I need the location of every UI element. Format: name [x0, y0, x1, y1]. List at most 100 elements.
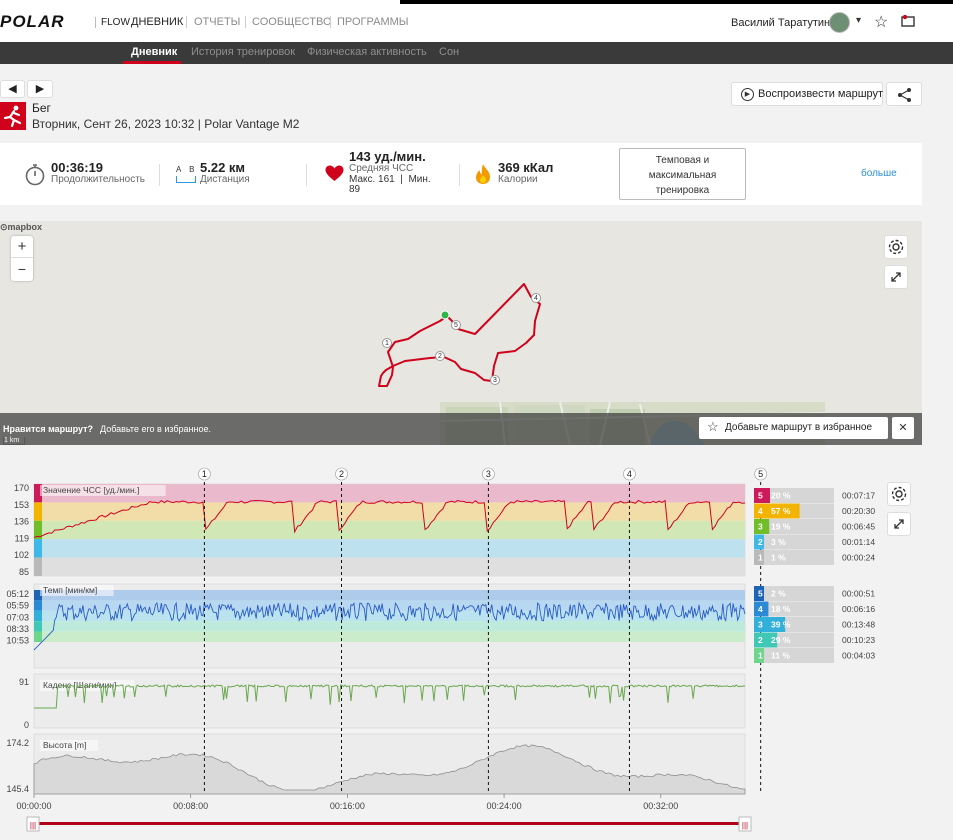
nav-programs[interactable]: ПРОГРАММЫ	[337, 16, 409, 28]
map-fullscreen-button[interactable]	[884, 265, 908, 289]
like-route-question: Нравится маршрут?	[3, 424, 94, 434]
user-name[interactable]: Василий Таратутин	[731, 17, 830, 29]
chart-svg[interactable]: 1701531361191028505:1205:5907:0308:3310:…	[0, 462, 953, 840]
pace-y-tick: 05:12	[6, 589, 29, 599]
pace-zone-percent: 11 %	[771, 651, 790, 661]
hr-max-min: Макс. 161 | Мин.	[349, 174, 431, 185]
range-slider-grip-icon: |||	[30, 821, 36, 830]
flow-link[interactable]: FLOW	[95, 17, 130, 28]
pace-zone-time: 00:10:23	[842, 635, 875, 645]
hr-zone-number: 3	[758, 522, 763, 532]
pace-zone-number: 2	[758, 635, 763, 645]
hr-zone-strip	[34, 557, 42, 576]
nav-diary[interactable]: ДНЕВНИК	[131, 16, 183, 28]
hr-zone-band	[34, 557, 745, 576]
pace-zone-number: 4	[758, 604, 763, 614]
add-to-favorites-button[interactable]: ☆ Добавьте маршрут в избранное	[699, 417, 888, 439]
route-map[interactable]: 1 2 3 4 5 ⊙mapbox + − Нравится маршрут? …	[0, 221, 922, 445]
pace-zone-number: 1	[758, 651, 763, 661]
training-benefit-button[interactable]: Темповая и максимальная тренировка	[619, 148, 746, 200]
distance-ab-label: A B	[176, 165, 198, 174]
x-tick-label: 00:24:00	[487, 801, 522, 811]
mapbox-attribution[interactable]: ⊙mapbox	[0, 222, 42, 233]
panel-title: Темп [мин/км]	[43, 585, 97, 595]
x-tick-label: 00:16:00	[330, 801, 365, 811]
chart-fullscreen-button[interactable]	[887, 512, 911, 536]
user-menu-caret[interactable]: ▾	[856, 15, 861, 26]
divider	[306, 164, 307, 186]
x-tick-label: 00:00:00	[16, 801, 51, 811]
summary-panel: 00:36:19 Продолжительность A B 5.22 км Д…	[0, 143, 922, 205]
map-marker-1[interactable]: 1	[382, 338, 392, 348]
pace-y-tick: 10:53	[6, 636, 29, 646]
top-rule	[400, 0, 953, 4]
map-marker-4[interactable]: 4	[531, 293, 541, 303]
share-button[interactable]	[886, 82, 922, 106]
prev-activity-button[interactable]: ◀	[0, 80, 25, 98]
pace-zone-percent: 18 %	[771, 604, 791, 614]
map-marker-3[interactable]: 3	[490, 375, 500, 385]
subnav-activity[interactable]: Физическая активность	[307, 46, 427, 58]
favorites-star-icon[interactable]: ☆	[874, 12, 888, 32]
close-favorite-bar-button[interactable]: ✕	[892, 417, 914, 439]
pace-zone-percent: 2 %	[771, 589, 786, 599]
hr-zone-strip	[34, 539, 42, 558]
hr-zone-band	[34, 520, 745, 540]
favorite-route-bar: Нравится маршрут? Добавьте его в избранн…	[0, 413, 922, 445]
lap-marker-label: 2	[339, 469, 344, 479]
pace-zone-strip	[34, 610, 42, 622]
sport-name: Бег	[32, 101, 51, 115]
subnav-history[interactable]: История тренировок	[191, 46, 295, 58]
gear-icon	[891, 486, 907, 502]
hr-y-tick: 170	[14, 483, 29, 493]
nav-separator	[186, 16, 187, 28]
flame-icon	[476, 164, 490, 184]
top-navigation: POLAR FLOW ДНЕВНИК ОТЧЕТЫ СООБЩЕСТВО ПРО…	[0, 0, 953, 42]
lap-marker-label: 3	[486, 469, 491, 479]
nav-reports[interactable]: ОТЧЕТЫ	[194, 16, 240, 28]
zoom-in-button[interactable]: +	[11, 236, 33, 258]
map-marker-2[interactable]: 2	[435, 351, 445, 361]
next-activity-button[interactable]: ▶	[27, 80, 53, 98]
subnav-diary[interactable]: Дневник	[131, 46, 177, 58]
avatar[interactable]	[829, 12, 850, 33]
subnav-sleep[interactable]: Сон	[439, 46, 459, 58]
hr-avg-label: Средняя ЧСС	[349, 163, 414, 174]
more-link[interactable]: больше	[861, 168, 897, 179]
pace-y-tick: 05:59	[6, 601, 29, 611]
hr-y-tick: 136	[14, 517, 29, 527]
hr-zone-track	[754, 550, 834, 565]
hr-zone-number: 2	[758, 537, 763, 547]
hr-zone-percent: 1 %	[771, 553, 786, 563]
stopwatch-icon	[25, 164, 45, 186]
star-icon: ☆	[707, 419, 719, 434]
sub-navigation: Дневник История тренировок Физическая ак…	[0, 42, 953, 64]
replay-route-button[interactable]: ▶ Воспроизвести маршрут	[731, 82, 883, 106]
chart-settings-button[interactable]	[887, 482, 911, 506]
hr-y-tick: 102	[14, 550, 29, 560]
lap-marker-label: 5	[758, 469, 763, 479]
sync-device-icon[interactable]	[901, 14, 915, 27]
pace-zone-strip	[34, 631, 42, 642]
map-settings-button[interactable]	[884, 235, 908, 259]
expand-icon	[894, 519, 904, 529]
hr-zone-percent: 19 %	[771, 522, 791, 532]
route-line	[378, 283, 541, 387]
hr-zone-strip	[34, 502, 42, 521]
calories-value: 369 кКал	[498, 160, 554, 175]
hr-zone-percent: 3 %	[771, 537, 786, 547]
distance-label: Дистанция	[200, 174, 250, 185]
polar-logo[interactable]: POLAR	[0, 12, 65, 32]
pace-zone-time: 00:00:51	[842, 589, 875, 599]
zoom-out-button[interactable]: −	[11, 258, 33, 280]
nav-community[interactable]: СООБЩЕСТВО	[252, 16, 332, 28]
share-icon	[898, 88, 911, 102]
expand-icon	[891, 272, 901, 282]
map-canvas	[378, 283, 826, 445]
map-marker-5[interactable]: 5	[451, 320, 461, 330]
running-sport-icon	[0, 102, 26, 130]
altitude-y-tick: 145.4	[6, 784, 29, 794]
hr-zone-track	[754, 534, 834, 550]
pace-zone-time: 00:04:03	[842, 651, 875, 661]
pace-y-tick: 07:03	[6, 612, 29, 622]
